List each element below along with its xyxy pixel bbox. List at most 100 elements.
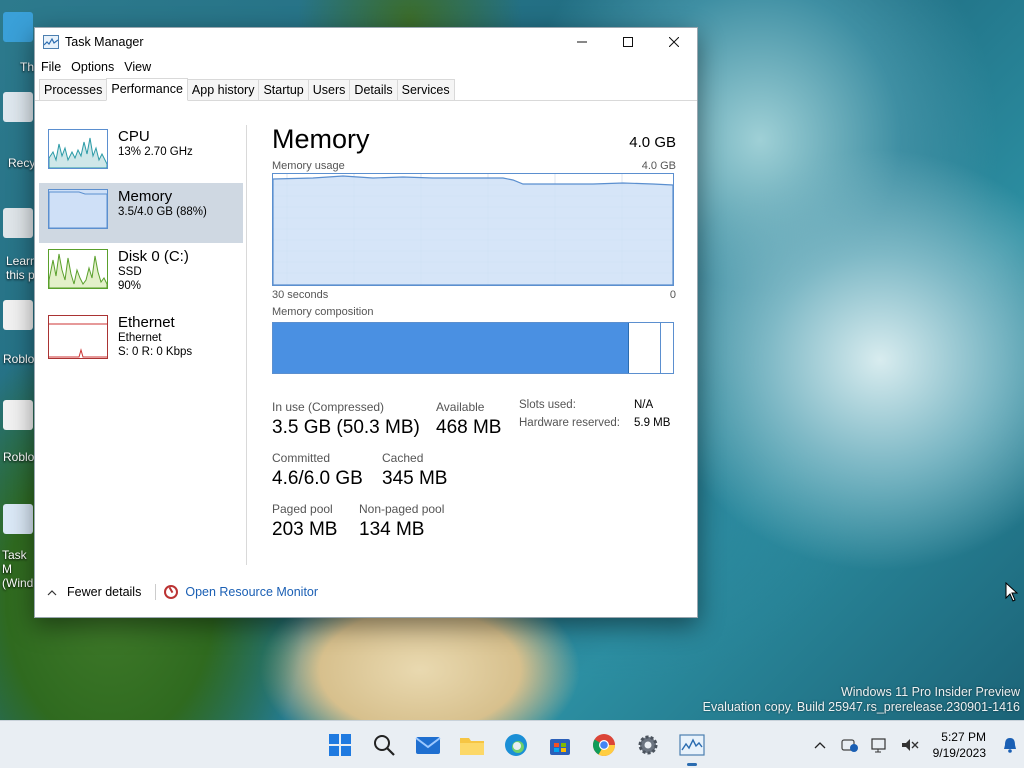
cached-label: Cached xyxy=(382,451,424,465)
tab-processes[interactable]: Processes xyxy=(39,79,108,100)
settings-icon xyxy=(638,735,658,755)
sidebar-disk-type: SSD xyxy=(118,266,142,278)
available-value: 468 MB xyxy=(436,417,502,438)
chevron-up-icon[interactable] xyxy=(47,585,57,600)
memory-usage-max: 4.0 GB xyxy=(641,160,676,172)
search-button[interactable] xyxy=(362,721,406,768)
open-resource-monitor-link[interactable]: Open Resource Monitor xyxy=(185,585,318,599)
desktop-icon-roblox-2[interactable]: Roblo xyxy=(0,400,36,464)
axis-left-label: 30 seconds xyxy=(272,289,329,301)
sidebar-item-ethernet[interactable]: Ethernet Ethernet S: 0 R: 0 Kbps xyxy=(39,303,243,373)
store-icon xyxy=(550,739,570,755)
learn-icon xyxy=(3,208,33,238)
sidebar-ethernet-adapter: Ethernet xyxy=(118,332,162,344)
desktop-icon-learn[interactable]: Learn this p xyxy=(0,208,37,282)
in-use-value: 3.5 GB (50.3 MB) xyxy=(272,417,420,438)
task-manager-icon xyxy=(679,734,705,756)
performance-sidebar: CPU 13% 2.70 GHz Memory 3.5/4.0 GB (88%) xyxy=(39,123,243,373)
tab-app-history[interactable]: App history xyxy=(186,79,260,100)
committed-value: 4.6/6.0 GB xyxy=(272,468,363,489)
available-label: Available xyxy=(436,400,485,414)
memory-composition-label: Memory composition xyxy=(272,306,374,318)
window-footer: Fewer details Open Resource Monitor xyxy=(35,567,697,617)
network-icon[interactable] xyxy=(865,721,895,768)
memory-usage-label: Memory usage xyxy=(272,160,345,172)
sidebar-ethernet-throughput: S: 0 R: 0 Kbps xyxy=(118,346,193,358)
close-button[interactable] xyxy=(651,28,697,56)
clock-time: 5:27 PM xyxy=(941,730,986,744)
axis-right-label: 0 xyxy=(669,289,676,301)
taskbar: 5:27 PM 9/19/2023 xyxy=(0,720,1024,768)
recycle-bin-icon xyxy=(3,92,33,122)
composition-modified-segment xyxy=(629,323,661,373)
footer-separator xyxy=(155,584,157,600)
hardware-reserved-label: Hardware reserved: xyxy=(519,417,620,429)
info-badge-icon[interactable] xyxy=(835,721,865,768)
hardware-reserved-value: 5.9 MB xyxy=(634,417,671,429)
store-button[interactable] xyxy=(538,721,582,768)
minimize-button[interactable] xyxy=(559,28,605,56)
task-manager-taskbar-button[interactable] xyxy=(670,721,714,768)
menu-options[interactable]: Options xyxy=(71,60,121,74)
chevron-up-icon[interactable] xyxy=(805,721,835,768)
ethernet-thumbnail-graph xyxy=(48,315,108,359)
file-explorer-button[interactable] xyxy=(450,721,494,768)
watermark-edition: Windows 11 Pro Insider Preview xyxy=(840,685,1020,699)
mail-button[interactable] xyxy=(406,721,450,768)
chrome-button[interactable] xyxy=(582,721,626,768)
desktop-icon-task-manager[interactable]: Task M (Wind xyxy=(0,504,36,590)
tab-strip: Processes Performance App history Startu… xyxy=(35,78,697,101)
start-button[interactable] xyxy=(318,721,362,768)
tab-details[interactable]: Details xyxy=(349,79,398,100)
roblox-icon xyxy=(3,300,33,330)
menu-view[interactable]: View xyxy=(124,60,158,74)
edge-button[interactable] xyxy=(494,721,538,768)
file-explorer-icon xyxy=(460,738,484,755)
sidebar-item-cpu[interactable]: CPU 13% 2.70 GHz xyxy=(39,123,243,183)
maximize-button[interactable] xyxy=(605,28,651,56)
cached-value: 345 MB xyxy=(382,468,448,489)
desktop-icon-this-pc[interactable]: Th xyxy=(0,12,36,74)
start-icon xyxy=(329,734,351,756)
tab-startup[interactable]: Startup xyxy=(258,79,309,100)
sidebar-ethernet-title: Ethernet xyxy=(118,314,175,331)
close-icon xyxy=(669,37,679,47)
sidebar-disk-title: Disk 0 (C:) xyxy=(118,248,189,265)
volume-muted-icon[interactable] xyxy=(895,721,925,768)
memory-usage-graph xyxy=(272,173,674,286)
tab-performance[interactable]: Performance xyxy=(106,78,188,101)
window-title: Task Manager xyxy=(65,35,144,49)
settings-button[interactable] xyxy=(626,721,670,768)
task-manager-icon xyxy=(43,35,59,49)
page-title: Memory xyxy=(272,124,370,154)
pane-divider[interactable] xyxy=(246,125,247,565)
fewer-details-button[interactable]: Fewer details xyxy=(67,585,141,599)
tab-services[interactable]: Services xyxy=(396,79,455,100)
clock[interactable]: 5:27 PM 9/19/2023 xyxy=(933,729,986,761)
sidebar-item-memory[interactable]: Memory 3.5/4.0 GB (88%) xyxy=(39,183,243,243)
chrome-icon xyxy=(593,734,615,756)
menu-file[interactable]: File xyxy=(41,60,68,74)
task-manager-window: Task Manager File Options View Processes… xyxy=(34,27,698,618)
notification-bell-icon[interactable] xyxy=(996,721,1024,768)
monitor-icon xyxy=(3,12,33,42)
system-tray: 5:27 PM 9/19/2023 xyxy=(805,721,1024,768)
sidebar-cpu-title: CPU xyxy=(118,128,150,145)
memory-stats: In use (Compressed) 3.5 GB (50.3 MB) Ava… xyxy=(272,399,676,559)
resource-monitor-icon xyxy=(164,585,179,599)
desktop-icon-roblox-1[interactable]: Roblo xyxy=(0,300,36,366)
sidebar-item-disk[interactable]: Disk 0 (C:) SSD 90% xyxy=(39,243,243,303)
clock-date: 9/19/2023 xyxy=(932,746,986,760)
desktop-icon-recycle-bin[interactable]: Recy xyxy=(0,92,36,170)
cpu-thumbnail-graph xyxy=(48,129,108,169)
tab-users[interactable]: Users xyxy=(307,79,351,100)
watermark-build: Evaluation copy. Build 25947.rs_prerelea… xyxy=(702,700,1020,714)
mouse-cursor-icon xyxy=(1005,582,1019,602)
minimize-icon xyxy=(577,41,587,43)
maximize-icon xyxy=(623,37,633,47)
sidebar-memory-usage: 3.5/4.0 GB (88%) xyxy=(118,206,207,218)
slots-used-value: N/A xyxy=(634,399,654,411)
paged-pool-label: Paged pool xyxy=(272,502,333,516)
search-icon xyxy=(374,735,395,756)
title-bar[interactable]: Task Manager xyxy=(35,28,697,56)
